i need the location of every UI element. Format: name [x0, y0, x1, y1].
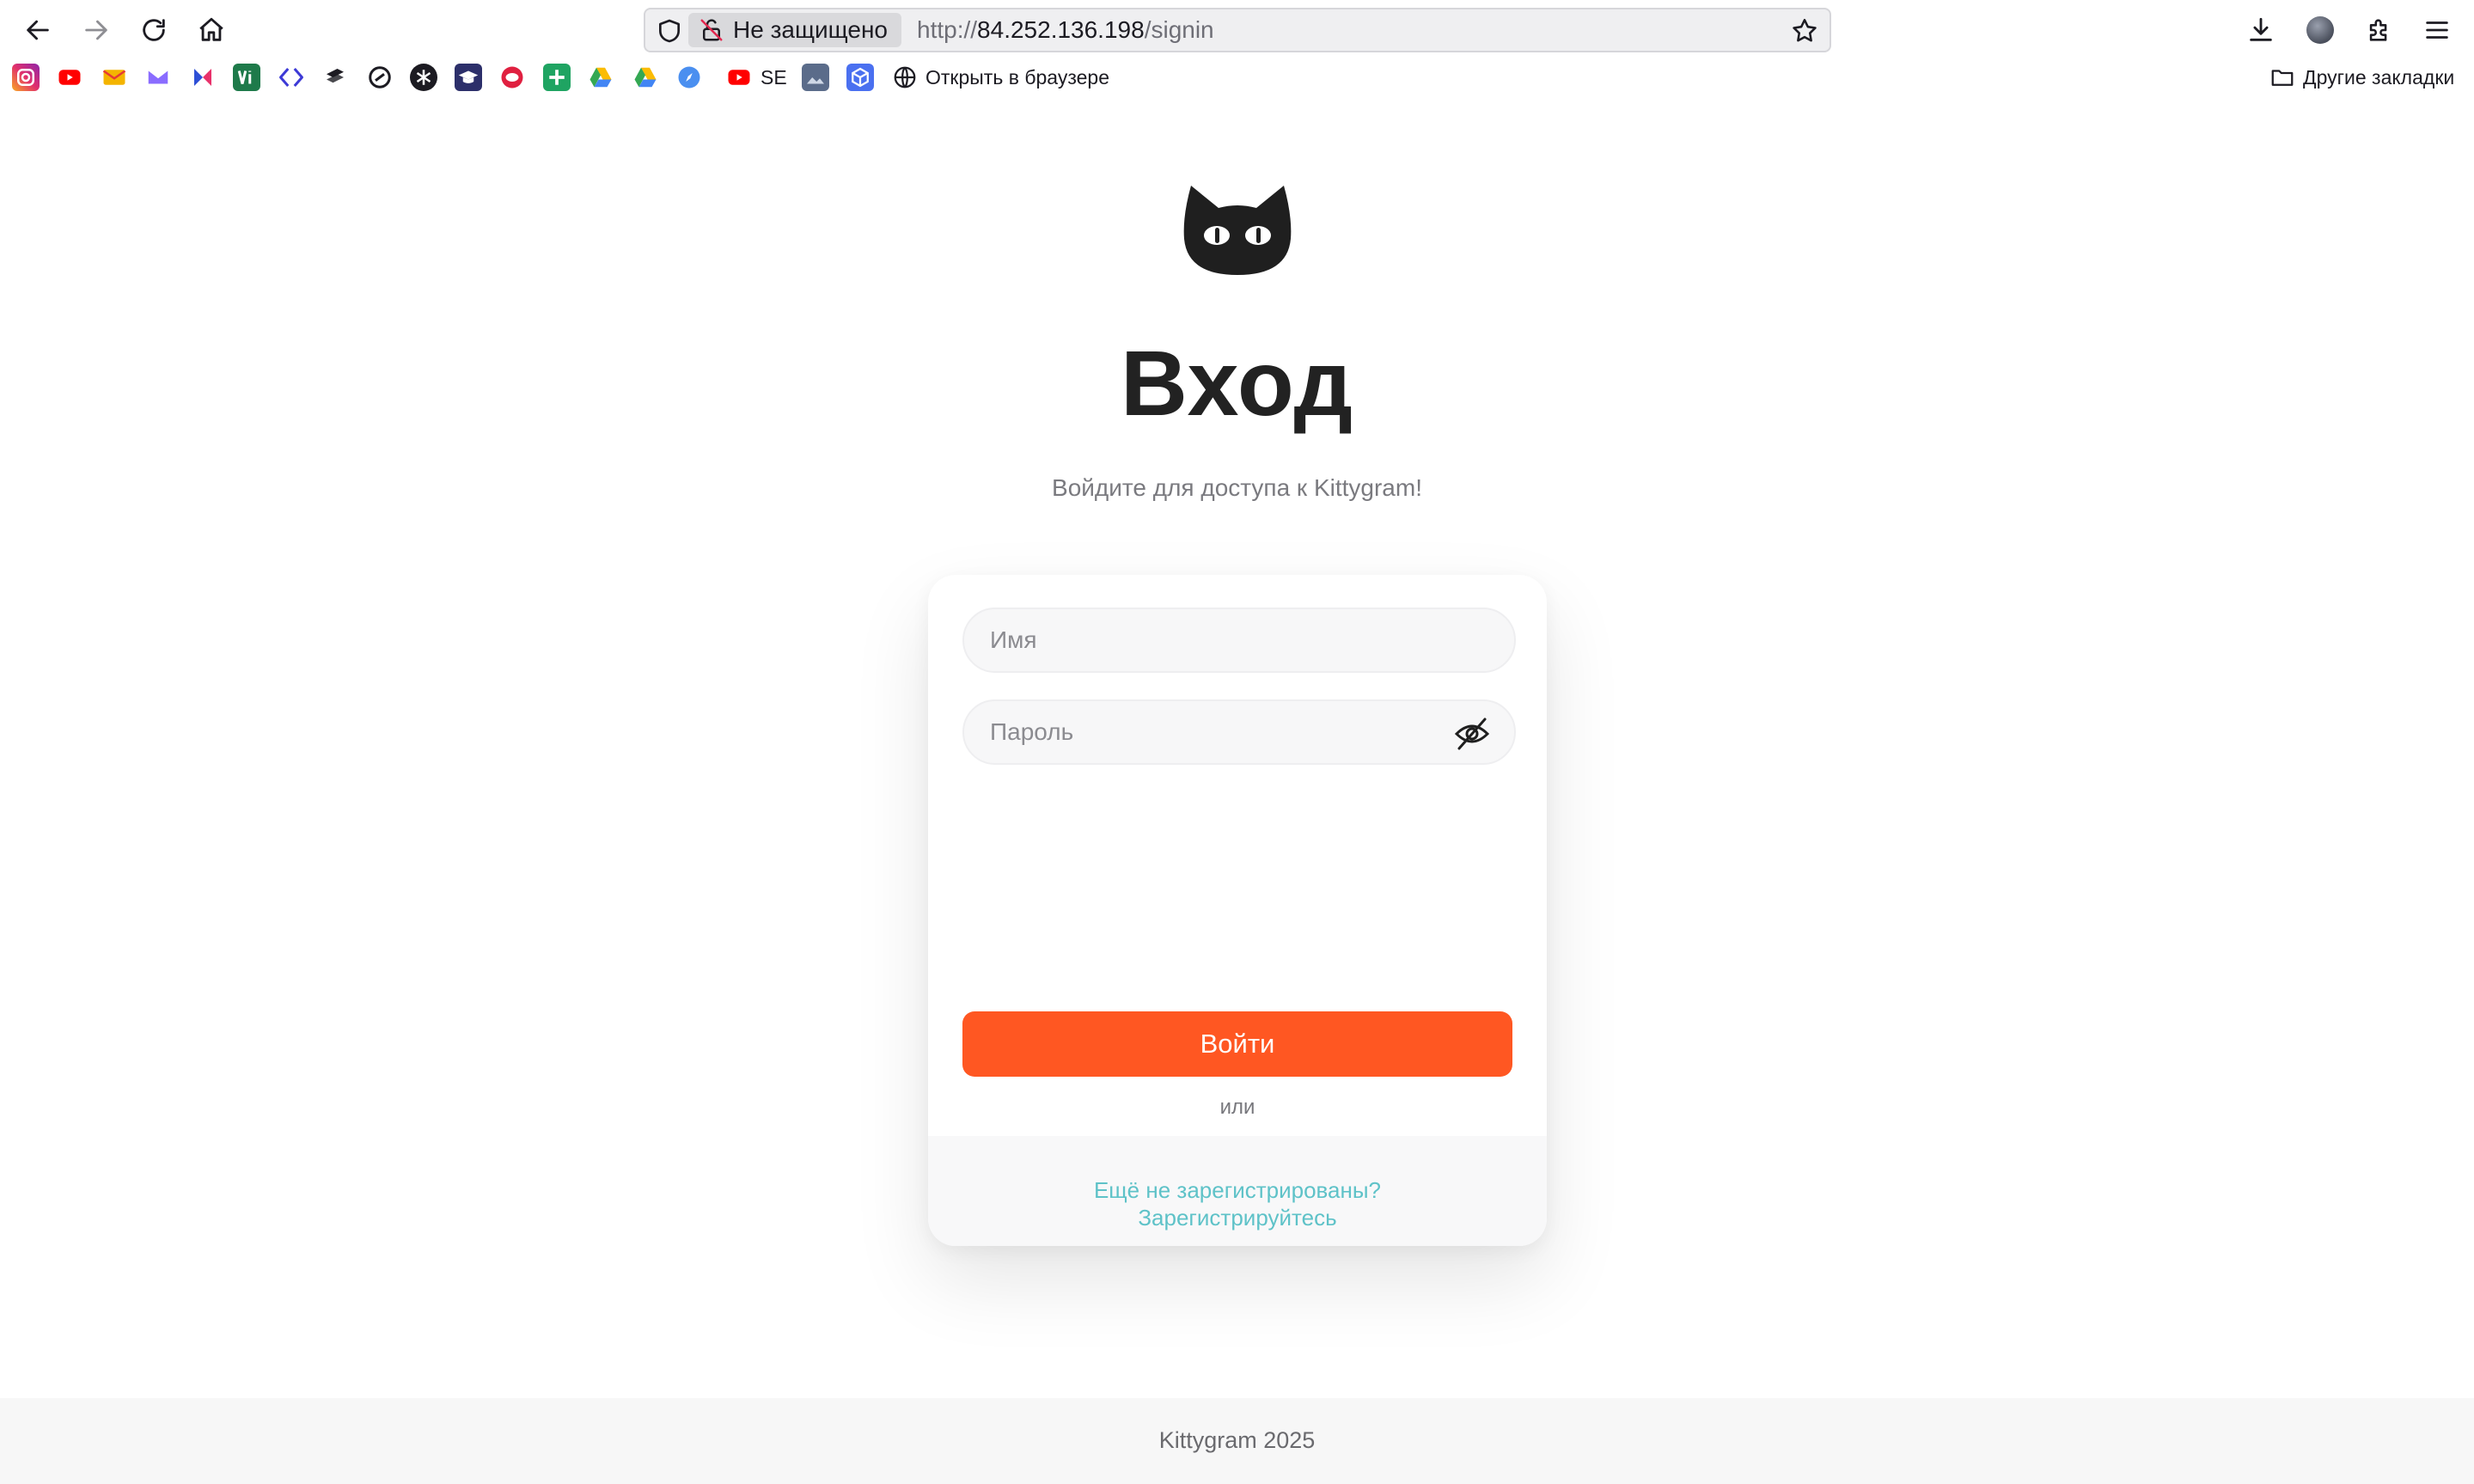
- cube-icon: [852, 67, 869, 88]
- drive-icon-2: [634, 67, 657, 88]
- download-icon: [2250, 17, 2272, 41]
- bookmark-vi[interactable]: [233, 64, 260, 91]
- signin-card: Имя Пароль Войти или Ещё не зарегистриро…: [928, 575, 1547, 1246]
- page-footer: Kittygram 2025: [0, 1398, 2474, 1484]
- signup-line-2[interactable]: Зарегистрируйтесь: [928, 1204, 1547, 1231]
- name-input[interactable]: Имя: [962, 608, 1516, 673]
- page-subtitle: Войдите для доступа к Kittygram!: [1052, 474, 1422, 501]
- youtube-se-icon: [728, 70, 750, 85]
- address-bar[interactable]: Не защищено http://84.252.136.198/signin: [644, 8, 1831, 52]
- back-button[interactable]: [19, 11, 57, 49]
- footer-text: Kittygram 2025: [1158, 1427, 1316, 1453]
- bookmark-instagram[interactable]: [12, 64, 40, 91]
- page-title: Вход: [1120, 331, 1354, 435]
- globe-icon: [894, 66, 916, 89]
- youtube-icon: [58, 70, 81, 85]
- bookmark-ring[interactable]: [498, 64, 526, 91]
- signin-button[interactable]: Войти: [962, 1011, 1512, 1077]
- bookmark-open-in-browser[interactable]: Открыть в браузере: [925, 65, 1109, 89]
- hide-password-eye-icon[interactable]: [1454, 717, 1490, 751]
- bookmark-picture[interactable]: [802, 64, 829, 91]
- picture-icon: [807, 77, 824, 84]
- reload-icon: [143, 19, 165, 41]
- password-input[interactable]: Пароль: [962, 699, 1516, 765]
- home-button[interactable]: [192, 11, 230, 49]
- signup-link[interactable]: Ещё не зарегистрированы? Зарегистрируйте…: [928, 1176, 1547, 1231]
- bookmark-jira[interactable]: [189, 64, 217, 91]
- bookmark-link[interactable]: [366, 64, 394, 91]
- menu-button[interactable]: [2418, 11, 2456, 49]
- bookmark-youtube-se[interactable]: [725, 64, 753, 91]
- avatar: [2306, 16, 2334, 44]
- bookmark-youtube[interactable]: [56, 64, 83, 91]
- bookmark-code[interactable]: [278, 64, 305, 91]
- insecure-lock-icon: [700, 19, 723, 41]
- security-indicator[interactable]: Не защищено: [688, 13, 901, 47]
- stack-icon: [327, 69, 344, 83]
- downloads-button[interactable]: [2242, 11, 2280, 49]
- asterisk-icon: [416, 70, 431, 85]
- folder-icon: [2271, 70, 2294, 86]
- home-icon: [199, 17, 223, 41]
- graduation-icon: [458, 70, 479, 83]
- bookmark-stack[interactable]: [321, 64, 349, 91]
- url-text[interactable]: http://84.252.136.198/signin: [917, 16, 1214, 44]
- signup-line-1[interactable]: Ещё не зарегистрированы?: [928, 1176, 1547, 1204]
- proton-mail-icon: [148, 70, 168, 84]
- instagram-icon: [17, 69, 34, 86]
- code-brackets-icon: [279, 68, 303, 87]
- bookmark-drive[interactable]: [587, 64, 614, 91]
- other-bookmarks-folder[interactable]: [2269, 64, 2296, 91]
- password-placeholder: Пароль: [990, 718, 1074, 745]
- kittygram-cat-logo-icon: [1183, 186, 1292, 275]
- hamburger-menu-icon: [2426, 21, 2448, 39]
- url-scheme: http://: [917, 16, 978, 43]
- reload-button[interactable]: [135, 11, 173, 49]
- bookmark-graduation[interactable]: [455, 64, 482, 91]
- bookmark-star-icon[interactable]: [1790, 16, 1819, 46]
- ring-icon: [501, 66, 523, 89]
- shield-icon[interactable]: [656, 17, 683, 45]
- extensions-button[interactable]: [2361, 11, 2398, 49]
- drive-icon: [589, 67, 612, 88]
- forward-button[interactable]: [77, 11, 115, 49]
- jira-icon: [194, 69, 211, 86]
- account-button[interactable]: [2301, 11, 2339, 49]
- bookmark-compass[interactable]: [675, 64, 703, 91]
- bookmark-globe[interactable]: [891, 64, 919, 91]
- bookmark-sheet[interactable]: [543, 64, 571, 91]
- bookmark-se-label[interactable]: SE: [761, 65, 787, 89]
- mail-icon: [102, 70, 126, 85]
- url-path: /signin: [1144, 16, 1214, 43]
- name-placeholder: Имя: [990, 626, 1037, 653]
- puzzle-icon: [2369, 19, 2387, 41]
- other-bookmarks-label[interactable]: Другие закладки: [2303, 65, 2454, 89]
- bookmark-asterisk[interactable]: [410, 64, 437, 91]
- vi-app-icon: [237, 70, 252, 84]
- url-host: 84.252.136.198: [977, 16, 1145, 43]
- plus-sheet-icon: [549, 70, 565, 85]
- browser-toolbar: Не защищено http://84.252.136.198/signin: [0, 0, 2474, 60]
- arrow-right-icon: [85, 20, 107, 40]
- link-ring-icon: [369, 66, 391, 89]
- or-divider: или: [1219, 1096, 1255, 1119]
- compass-icon: [678, 66, 700, 89]
- bookmark-proton-mail[interactable]: [144, 64, 172, 91]
- bookmark-cube[interactable]: [846, 64, 874, 91]
- security-label: Не защищено: [733, 16, 888, 43]
- arrow-left-icon: [27, 20, 49, 40]
- bookmark-mail[interactable]: [101, 64, 128, 91]
- bookmark-drive-2[interactable]: [632, 64, 659, 91]
